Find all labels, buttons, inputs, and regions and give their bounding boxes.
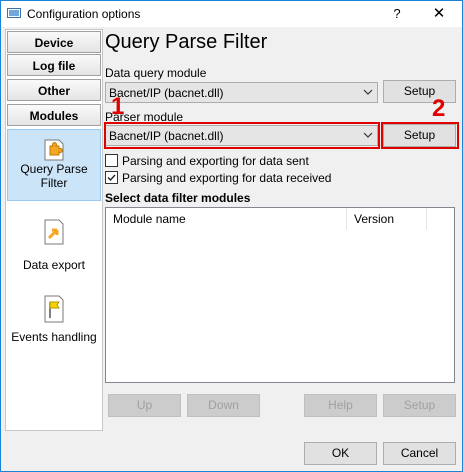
down-button[interactable]: Down <box>187 394 260 417</box>
data-query-label: Data query module <box>105 66 207 80</box>
annotation-marker-2: 2 <box>432 95 446 122</box>
close-button[interactable]: ✕ <box>419 1 459 27</box>
chevron-down-icon <box>363 89 373 95</box>
page-title: Query Parse Filter <box>105 31 268 53</box>
ok-button[interactable]: OK <box>304 442 377 465</box>
main-panel: Query Parse Filter Data query module Bac… <box>105 29 460 429</box>
column-header-module-name[interactable]: Module name <box>106 208 346 230</box>
sidebar-item-label: Filter <box>40 176 68 190</box>
puzzle-icon <box>44 139 64 161</box>
sidebar-item-data-export[interactable]: Data export <box>7 216 101 278</box>
data-query-value: Bacnet/IP (bacnet.dll) <box>109 86 224 100</box>
sidebar-item-label: Data export <box>22 258 86 272</box>
cancel-button[interactable]: Cancel <box>383 442 456 465</box>
sidebar-item-label: Events handling <box>11 330 97 344</box>
window-title: Configuration options <box>27 7 141 21</box>
received-checkbox-label: Parsing and exporting for data received <box>122 171 332 185</box>
sidebar-item-events-handling[interactable]: Events handling <box>7 292 101 354</box>
sidebar-group-log-file[interactable]: Log file <box>7 54 101 76</box>
flag-icon <box>44 295 64 323</box>
app-icon <box>7 8 21 18</box>
annotation-highlight-setup <box>381 122 459 149</box>
help-title-button[interactable]: ? <box>377 1 417 27</box>
annotation-marker-1: 1 <box>111 93 125 120</box>
column-divider[interactable] <box>426 208 427 230</box>
sidebar-item-label: Query Parse <box>20 162 88 176</box>
sent-checkbox[interactable] <box>105 154 118 167</box>
sidebar-group-other[interactable]: Other <box>7 79 101 101</box>
filter-modules-list[interactable]: Module name Version <box>105 207 455 383</box>
title-bar: Configuration options ? ✕ <box>1 1 462 27</box>
sidebar: Device Log file Other Modules Query Pars… <box>5 29 103 431</box>
sidebar-item-query-parse-filter[interactable]: Query Parse Filter <box>7 129 101 201</box>
configuration-dialog: Configuration options ? ✕ Device Log fil… <box>0 0 463 472</box>
sent-checkbox-label: Parsing and exporting for data sent <box>122 154 309 168</box>
help-button[interactable]: Help <box>304 394 377 417</box>
export-icon <box>44 219 64 245</box>
column-header-version[interactable]: Version <box>347 208 426 230</box>
received-checkbox[interactable] <box>105 171 118 184</box>
filter-section-label: Select data filter modules <box>105 191 251 205</box>
checkmark-icon <box>107 174 116 182</box>
up-button[interactable]: Up <box>108 394 181 417</box>
data-query-select[interactable]: Bacnet/IP (bacnet.dll) <box>105 82 378 103</box>
dialog-footer: OK Cancel <box>1 433 462 471</box>
sidebar-group-modules[interactable]: Modules <box>7 104 101 126</box>
setup-button[interactable]: Setup <box>383 394 456 417</box>
sidebar-group-device[interactable]: Device <box>7 31 101 53</box>
annotation-highlight-parser <box>104 122 380 149</box>
